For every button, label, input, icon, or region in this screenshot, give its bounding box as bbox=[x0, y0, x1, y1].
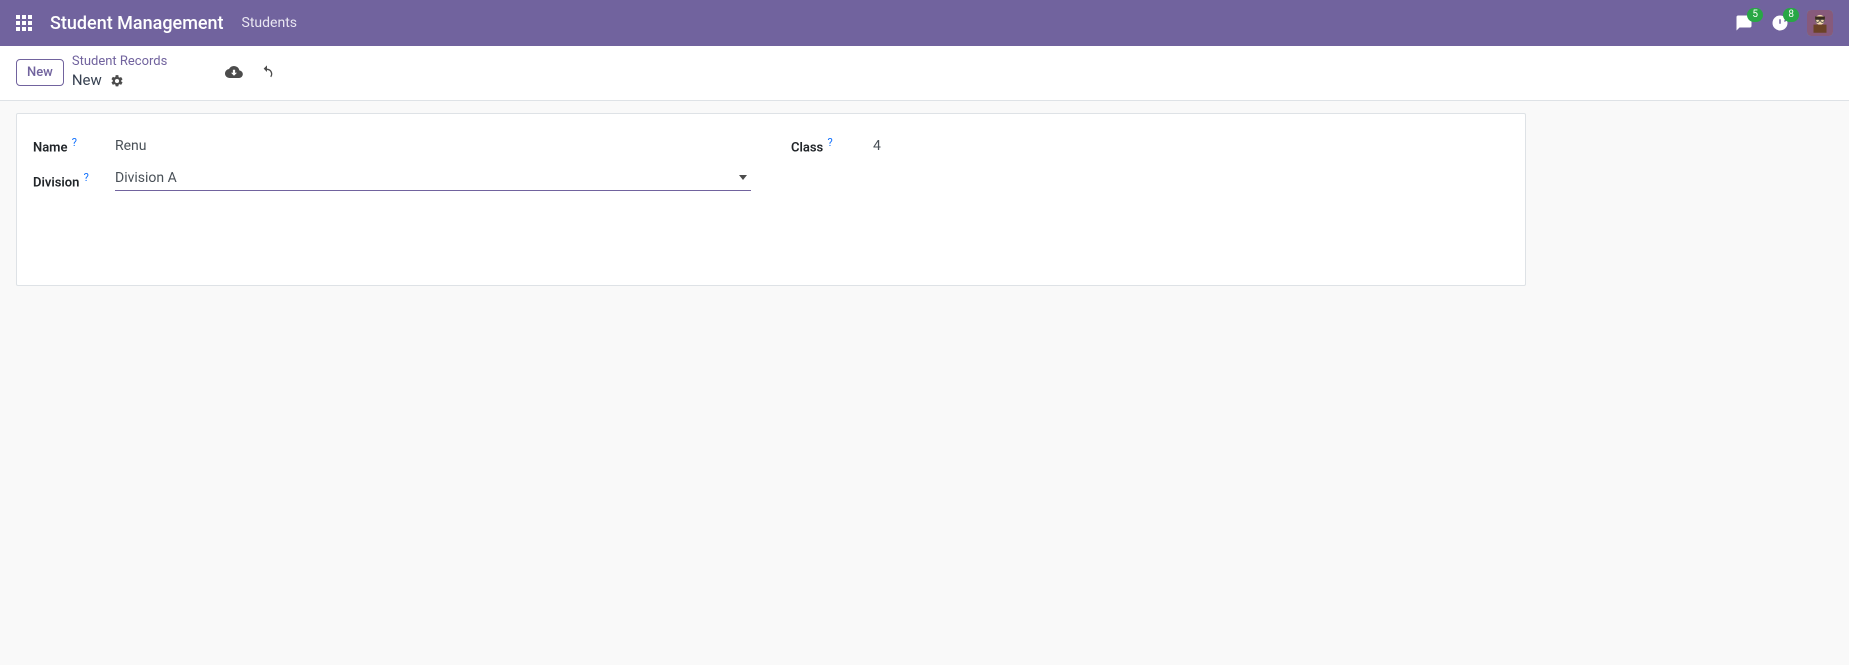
messages-badge: 5 bbox=[1747, 8, 1763, 22]
new-button[interactable]: New bbox=[16, 59, 64, 86]
name-label-text: Name bbox=[33, 141, 67, 156]
save-cloud-icon[interactable] bbox=[225, 63, 243, 81]
class-help-icon[interactable]: ? bbox=[827, 136, 832, 149]
division-value: Division A bbox=[115, 170, 177, 186]
division-label-text: Division bbox=[33, 175, 79, 190]
division-select[interactable]: Division A bbox=[115, 170, 751, 191]
form-row-class: Class ? 4 bbox=[791, 136, 1509, 155]
navbar-left: Student Management Students bbox=[16, 13, 297, 34]
form-row-name: Name ? Renu bbox=[33, 136, 751, 155]
control-panel-actions bbox=[225, 63, 275, 81]
activities-icon[interactable]: 8 bbox=[1771, 14, 1789, 32]
messaging-icon[interactable]: 5 bbox=[1735, 14, 1753, 32]
name-field[interactable]: Renu bbox=[115, 138, 751, 154]
activities-badge: 8 bbox=[1783, 8, 1799, 22]
form-column-left: Name ? Renu Division ? Division A bbox=[33, 136, 751, 204]
division-help-icon[interactable]: ? bbox=[84, 171, 89, 184]
name-label: Name ? bbox=[33, 136, 115, 155]
class-field[interactable]: 4 bbox=[873, 138, 1509, 154]
app-title[interactable]: Student Management bbox=[50, 13, 224, 34]
form-column-right: Class ? 4 bbox=[791, 136, 1509, 204]
discard-icon[interactable] bbox=[259, 64, 275, 80]
breadcrumb-parent[interactable]: Student Records bbox=[72, 54, 167, 71]
control-panel: New Student Records New bbox=[0, 46, 1849, 101]
chevron-down-icon bbox=[739, 175, 747, 180]
class-label: Class ? bbox=[791, 136, 873, 155]
gear-icon[interactable] bbox=[110, 74, 124, 88]
user-avatar[interactable] bbox=[1807, 10, 1833, 36]
class-label-text: Class bbox=[791, 141, 823, 156]
division-label: Division ? bbox=[33, 171, 115, 190]
apps-icon[interactable] bbox=[16, 15, 32, 31]
form-wrap: Name ? Renu Division ? Division A bbox=[0, 101, 1849, 297]
breadcrumb: Student Records New bbox=[72, 54, 167, 90]
navbar-right: 5 8 bbox=[1735, 10, 1833, 36]
name-help-icon[interactable]: ? bbox=[72, 136, 77, 149]
breadcrumb-current-row: New bbox=[72, 71, 167, 91]
form-row-division: Division ? Division A bbox=[33, 170, 751, 191]
menu-students[interactable]: Students bbox=[242, 15, 297, 31]
form-columns: Name ? Renu Division ? Division A bbox=[33, 136, 1509, 204]
main-navbar: Student Management Students 5 8 bbox=[0, 0, 1849, 46]
form-sheet: Name ? Renu Division ? Division A bbox=[16, 113, 1526, 285]
breadcrumb-current: New bbox=[72, 71, 102, 91]
